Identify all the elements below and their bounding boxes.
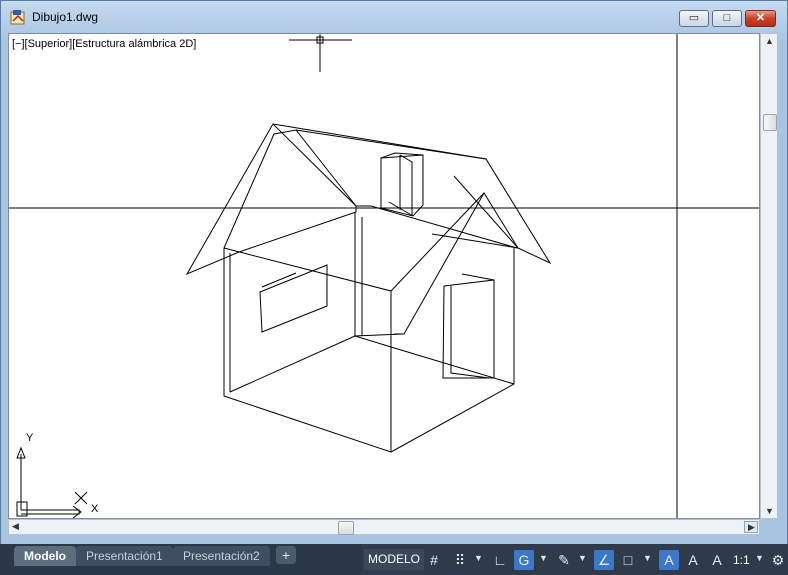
maximize-icon: □ <box>723 12 731 24</box>
drawing-viewport[interactable]: [−][Superior][Estructura alámbrica 2D] Y… <box>8 33 760 519</box>
ucs-x-label: X <box>91 503 99 515</box>
dynamic-ucs-icon[interactable]: ∠ <box>594 550 614 570</box>
scroll-down-icon[interactable]: ▼ <box>765 506 774 516</box>
vertical-scroll-thumb[interactable] <box>763 114 777 131</box>
ucs-y-label: Y <box>26 432 34 444</box>
scroll-right-icon: ▶ <box>748 522 755 532</box>
osnap-icon[interactable]: □ <box>618 550 638 570</box>
minimize-icon: ▭ <box>688 12 700 24</box>
vertical-scrollbar[interactable]: ▲ ▼ <box>760 33 778 519</box>
isodraft-icon[interactable]: ✎ <box>554 550 574 570</box>
plus-icon: + <box>281 547 291 563</box>
pickbox-cursor <box>289 34 352 72</box>
polar-icon[interactable]: G <box>514 550 534 570</box>
left-window <box>259 264 328 333</box>
tab-layout1[interactable]: Presentación1 <box>76 546 173 566</box>
horizontal-scrollbar[interactable]: ◀ ▶ <box>8 519 760 535</box>
scroll-left-icon[interactable]: ◀ <box>12 521 19 532</box>
scale-dropdown-icon[interactable]: ▼ <box>755 553 764 563</box>
add-layout-button[interactable]: + <box>276 546 296 564</box>
dwg-file-icon <box>10 10 25 25</box>
model-space-button[interactable]: MODELO <box>364 549 425 570</box>
status-tools: MODELO # ⠿ ▼ ∟ G ▼ ✎ ▼ ∠ □ ▼ A A A 1:1 ▼… <box>362 544 788 575</box>
snap-dropdown-icon[interactable]: ▼ <box>474 553 483 563</box>
house-wireframe-drawing <box>9 34 759 518</box>
maximize-button[interactable]: □ <box>712 10 742 27</box>
close-button[interactable]: ✕ <box>745 10 776 27</box>
chimney <box>380 154 424 217</box>
annotation-visibility-icon[interactable]: A <box>659 550 679 570</box>
annotation-auto-scale-icon[interactable]: A <box>683 550 703 570</box>
close-icon: ✕ <box>755 12 766 24</box>
polar-dropdown-icon[interactable]: ▼ <box>539 553 548 563</box>
horizontal-scroll-thumb[interactable] <box>338 521 354 535</box>
annotation-scale-value[interactable]: 1:1 <box>733 550 750 570</box>
roof-left-inner <box>223 129 357 249</box>
title-bar[interactable]: Dibujo1.dwg ▭ □ ✕ <box>1 1 787 33</box>
viewport-controls-label[interactable]: [−][Superior][Estructura alámbrica 2D] <box>12 38 196 50</box>
gear-icon[interactable]: ⚙ <box>768 550 788 570</box>
tab-layout2[interactable]: Presentación2 <box>173 546 270 566</box>
annotation-scale-icon[interactable]: A <box>707 550 727 570</box>
front-wall <box>223 247 392 453</box>
osnap-dropdown-icon[interactable]: ▼ <box>643 553 652 563</box>
snap-icon[interactable]: ⠿ <box>450 550 470 570</box>
scroll-right-button[interactable]: ▶ <box>744 521 758 533</box>
isodraft-dropdown-icon[interactable]: ▼ <box>578 553 587 563</box>
window-title: Dibujo1.dwg <box>32 10 99 24</box>
ucs-icon <box>16 446 88 518</box>
minimize-button[interactable]: ▭ <box>679 10 709 27</box>
grid-icon[interactable]: # <box>424 550 444 570</box>
tab-model[interactable]: Modelo <box>14 546 76 566</box>
drawing-window: Dibujo1.dwg ▭ □ ✕ [−][Superior][Estructu… <box>0 0 788 575</box>
scroll-up-icon[interactable]: ▲ <box>765 36 774 46</box>
ortho-icon[interactable]: ∟ <box>490 550 510 570</box>
status-bar: Modelo Presentación1 Presentación2 + MOD… <box>0 544 788 575</box>
roof-left-plane <box>185 123 357 276</box>
